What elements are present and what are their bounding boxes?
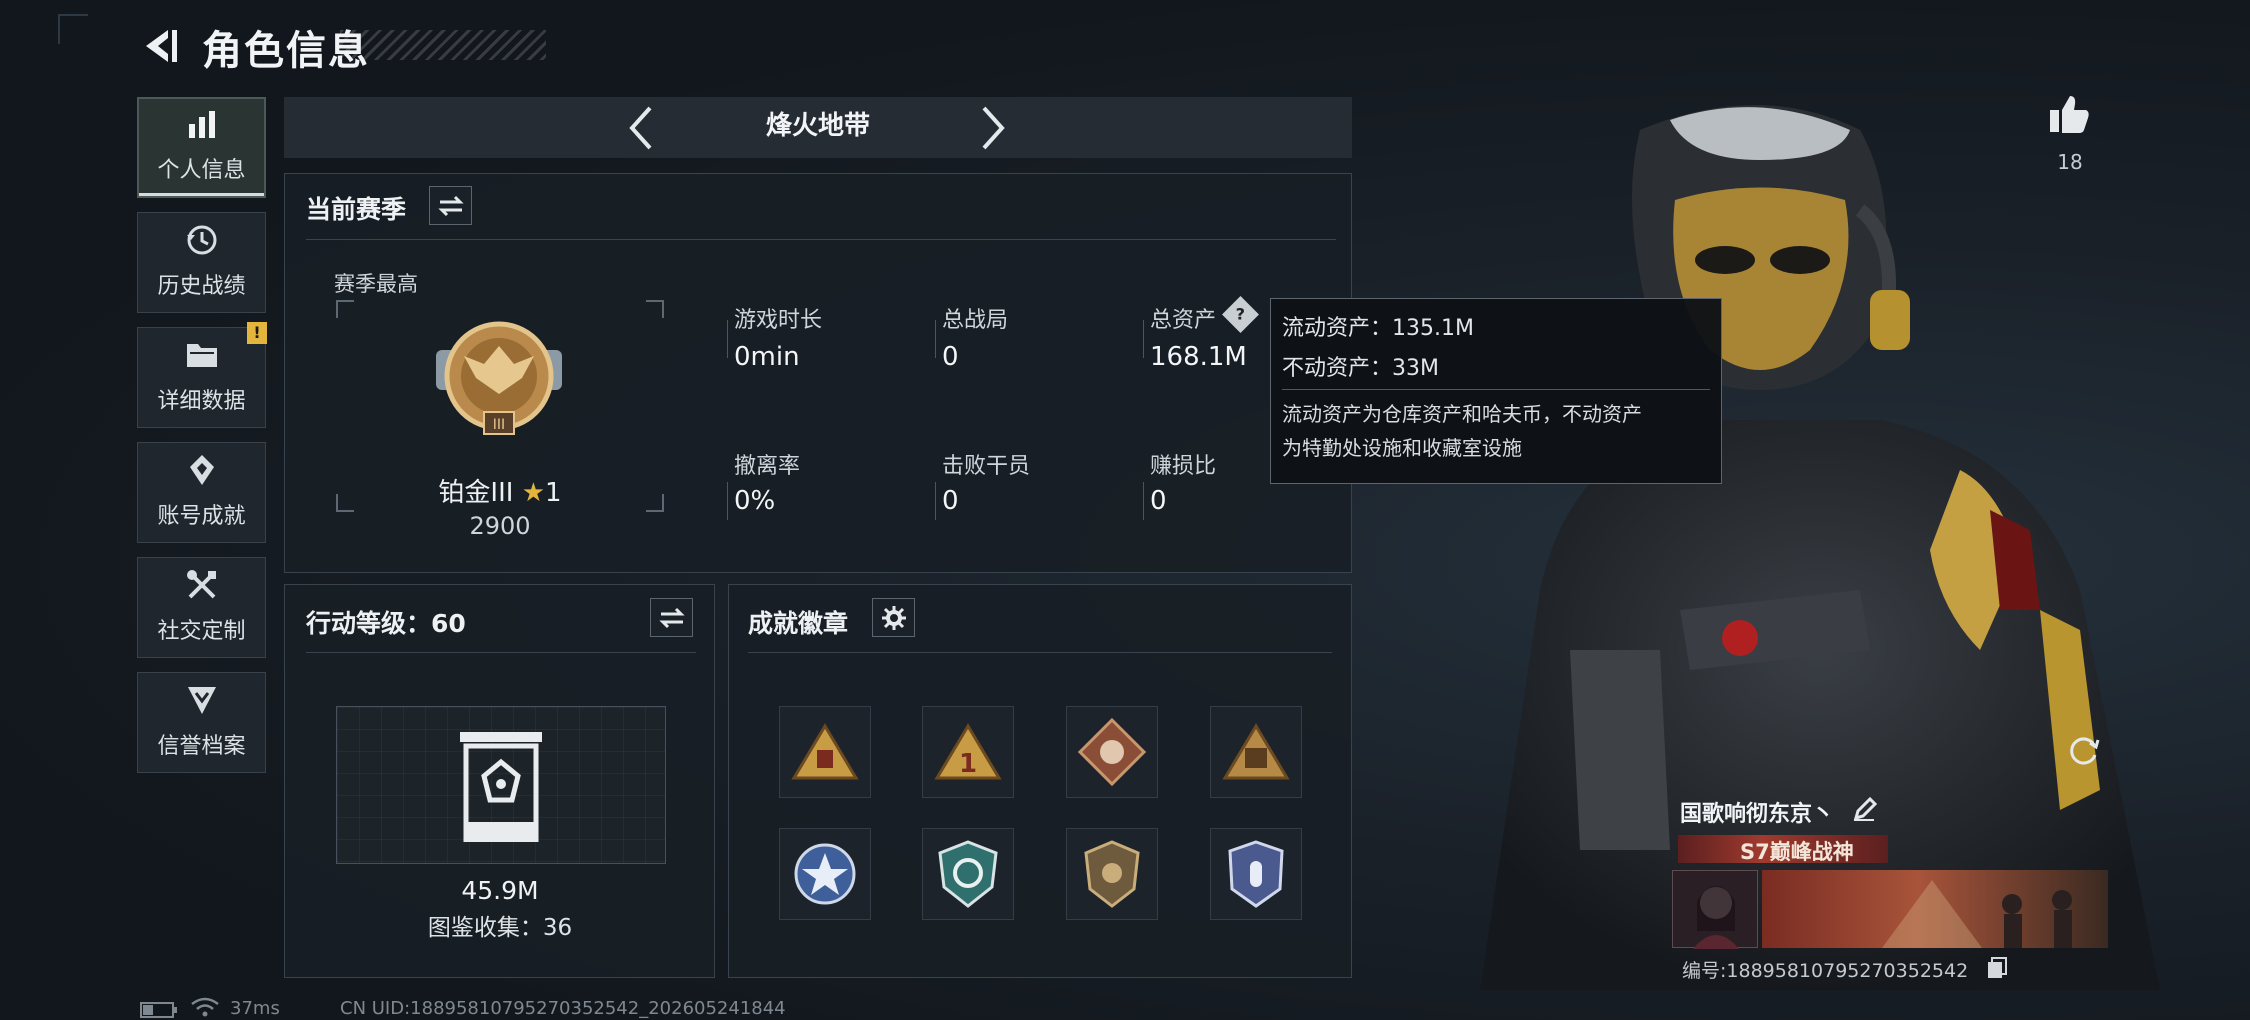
svg-text:1: 1 [959, 749, 977, 779]
battery-icon [140, 1002, 178, 1020]
thumbs-up-icon[interactable] [2048, 92, 2092, 140]
stat-separator [1143, 482, 1144, 520]
stat-separator [727, 482, 728, 520]
sidebar-item-achievements[interactable]: 账号成就 [137, 442, 266, 543]
stat-label: 击败干员 [942, 454, 1031, 479]
stat-separator [727, 320, 728, 358]
uid-text: CN UID:1889581079527035254​2_20260524184… [340, 998, 786, 1019]
eye-shield-badge-icon[interactable] [1066, 828, 1158, 920]
divider [306, 239, 1336, 240]
mode-title: 烽火地带 [765, 111, 870, 141]
achievement-icon [184, 452, 220, 488]
stat-separator [935, 482, 936, 520]
sidebar-item-personal-info[interactable]: 个人信息 [137, 97, 266, 198]
sidebar-item-history[interactable]: 历史战绩 [137, 212, 266, 313]
copy-icon[interactable] [1986, 956, 2008, 984]
title-decoration [340, 30, 546, 60]
refresh-icon[interactable] [2064, 730, 2104, 770]
credit-icon [184, 682, 220, 718]
sidebar-item-label: 个人信息 [157, 158, 246, 183]
sidebar-item-label: 信誉档案 [157, 734, 246, 759]
stat-value: 168.1M [1150, 342, 1247, 372]
player-avatar[interactable] [1672, 870, 1758, 949]
season-title: 当前赛季 [306, 195, 407, 224]
season-switch-button[interactable] [429, 186, 472, 225]
sidebar-item-details[interactable]: 详细数据 ! [137, 322, 267, 428]
edit-name-icon[interactable] [1852, 796, 1878, 826]
rank-stars: 1 [545, 478, 562, 508]
tooltip-description-2: 为特勤处设施和收藏室设施 [1282, 436, 1522, 460]
page-title: 角色信息 [202, 28, 370, 74]
likes-count: 18 [2057, 150, 2083, 174]
rank-name-row: 铂金III ★1 [420, 472, 580, 509]
swap-icon [437, 195, 464, 216]
stat-label: 赚损比 [1150, 454, 1217, 479]
stat-separator [935, 320, 936, 358]
arrows-shield-badge-icon[interactable] [922, 828, 1014, 920]
star-icon: ★ [521, 478, 546, 508]
history-icon [184, 222, 220, 258]
divider [748, 652, 1332, 653]
gear-icon [881, 605, 906, 630]
player-title: S7巅峰战神 [1740, 840, 1854, 864]
corner-decoration [58, 14, 88, 44]
season-best-label: 赛季最高 [334, 272, 418, 296]
action-level-title: 行动等级：60 [306, 609, 466, 638]
stat-label: 总战局 [942, 308, 1009, 333]
sidebar-item-credit[interactable]: 信誉档案 [137, 672, 266, 773]
tools-icon [184, 567, 220, 603]
player-name: 国歌响彻东京丶 [1680, 802, 1835, 827]
bar-chart-icon [184, 106, 220, 142]
badges-settings-button[interactable] [872, 598, 915, 637]
star-shield-badge-icon[interactable] [779, 828, 871, 920]
stat-value: 0min [734, 342, 800, 372]
player-id: 编号:1889581079527035254​2 [1682, 960, 1969, 982]
tooltip-fixed-assets: 不动资产：33M [1282, 356, 1439, 381]
badges-title: 成就徽章 [748, 609, 849, 638]
tooltip-liquid-assets: 流动资产：135.1M [1282, 316, 1474, 341]
sidebar-item-social[interactable]: 社交定制 [137, 557, 266, 658]
stat-label: 总资产 [1150, 308, 1217, 333]
swap-icon [658, 607, 685, 628]
triangle-number-one-badge-icon[interactable]: 1 [922, 706, 1014, 798]
action-switch-button[interactable] [650, 598, 693, 637]
divider [1282, 389, 1710, 390]
blue-shield-badge-icon[interactable] [1210, 828, 1302, 920]
sidebar-item-label: 历史战绩 [157, 274, 246, 299]
wifi-icon [190, 996, 220, 1020]
rank-name: 铂金III [438, 478, 514, 508]
triangle-gold-badge-icon[interactable] [779, 706, 871, 798]
stat-value: 0 [1150, 486, 1167, 516]
rank-score: 2900 [469, 512, 531, 540]
rank-medal-icon: III [424, 316, 574, 446]
chevron-left-icon[interactable] [626, 104, 656, 156]
tooltip-description-1: 流动资产为仓库资产和哈夫币，不动资产 [1282, 402, 1642, 426]
stat-separator [1143, 320, 1144, 358]
sidebar-item-label: 详细数据 [157, 389, 246, 414]
stat-value: 0 [942, 486, 959, 516]
stat-label: 撤离率 [734, 454, 801, 479]
stat-label: 游戏时长 [734, 308, 823, 333]
back-arrow-icon[interactable] [138, 24, 182, 68]
collection-count: 图鉴收集：36 [427, 915, 573, 941]
divider [306, 652, 696, 653]
svg-text:III: III [493, 417, 505, 433]
sidebar-item-label: 账号成就 [157, 504, 246, 529]
folder-icon [184, 337, 220, 373]
warning-badge: ! [247, 322, 267, 344]
player-banner[interactable] [1762, 870, 2108, 948]
stat-value: 0% [734, 486, 776, 516]
collection-value: 45.9M [461, 876, 539, 905]
chevron-right-icon[interactable] [978, 104, 1008, 156]
diamond-wolf-badge-icon[interactable] [1066, 706, 1158, 798]
triangle-crate-badge-icon[interactable] [1210, 706, 1302, 798]
ping-value: 37ms [230, 998, 280, 1019]
sidebar-item-label: 社交定制 [157, 619, 246, 644]
stat-value: 0 [942, 342, 959, 372]
collection-cabinet-icon [458, 730, 544, 846]
